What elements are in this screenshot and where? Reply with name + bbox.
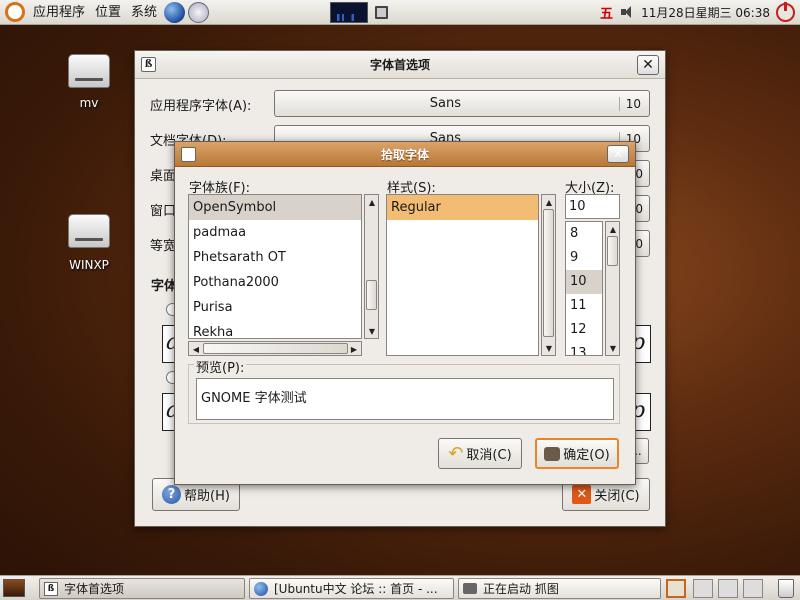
font-row-label: 窗口 — [150, 204, 177, 219]
size-item[interactable]: 13 — [566, 342, 602, 355]
taskbar-button-browser[interactable]: [Ubuntu中文 论坛 :: 首页 - ... — [249, 578, 454, 599]
drive-icon — [68, 54, 110, 88]
scroll-thumb[interactable] — [607, 236, 618, 266]
volume-icon[interactable] — [621, 5, 637, 19]
titlebar[interactable]: ß 字体首选项 ✕ — [135, 51, 665, 79]
family-vertical-scrollbar[interactable]: ▲ ▼ — [364, 194, 379, 339]
font-row-label: 桌面 — [150, 169, 177, 184]
workspace-2[interactable] — [693, 579, 713, 598]
scroll-down-icon[interactable]: ▼ — [543, 342, 555, 354]
power-icon[interactable] — [776, 1, 795, 22]
family-item[interactable]: Pothana2000 — [189, 270, 361, 295]
taskbar-label: [Ubuntu中文 论坛 :: 首页 - ... — [274, 582, 438, 596]
menu-places[interactable]: 位置 — [90, 0, 126, 25]
input-method-indicator[interactable]: 五 — [600, 3, 613, 22]
scroll-down-icon[interactable]: ▼ — [366, 325, 378, 337]
font-size: 10 — [618, 96, 641, 111]
style-item[interactable]: Regular — [387, 195, 538, 220]
size-input[interactable]: 10 — [565, 194, 620, 219]
mail-launcher-icon[interactable] — [188, 1, 210, 23]
network-icon[interactable] — [375, 5, 389, 19]
help-icon: ? — [162, 485, 182, 504]
browser-icon — [254, 581, 268, 596]
scroll-left-icon[interactable]: ◀ — [190, 343, 202, 355]
style-list[interactable]: Regular — [386, 194, 539, 356]
preview-label: 预览(P): — [194, 357, 247, 376]
font-app-icon: ß — [181, 147, 196, 162]
trash-icon[interactable] — [778, 579, 794, 598]
scroll-down-icon[interactable]: ▼ — [607, 342, 619, 354]
top-panel: 应用程序 位置 系统 五 11月28日星期三 06:38 — [0, 0, 800, 25]
scroll-thumb[interactable] — [203, 343, 348, 354]
close-label: 关闭(C) — [594, 489, 640, 504]
scroll-thumb[interactable] — [366, 280, 377, 310]
font-size: 0 — [635, 201, 643, 216]
font-row-label: 应用程序字体(A): — [150, 99, 252, 114]
font-app-icon: ß — [141, 57, 156, 72]
size-item[interactable]: 9 — [566, 246, 602, 270]
ok-button[interactable]: 确定(O) — [535, 438, 619, 469]
menu-system[interactable]: 系统 — [126, 0, 162, 25]
help-label: 帮助(H) — [184, 489, 230, 504]
font-size: 0 — [635, 236, 643, 251]
family-list[interactable]: OpenSymbol padmaa Phetsarath OT Pothana2… — [188, 194, 362, 339]
family-item[interactable]: Phetsarath OT — [189, 245, 361, 270]
font-row-label: 等宽 — [150, 239, 177, 254]
close-dialog-button[interactable]: ✕ — [607, 145, 629, 163]
workspace-4[interactable] — [743, 579, 763, 598]
size-item[interactable]: 8 — [566, 222, 602, 246]
close-icon: ✕ — [572, 485, 592, 504]
taskbar-label: 字体首选项 — [64, 582, 125, 596]
menu-applications[interactable]: 应用程序 — [28, 0, 90, 25]
workspace-3[interactable] — [718, 579, 738, 598]
family-item[interactable]: OpenSymbol — [189, 195, 361, 220]
close-window-button[interactable]: ✕ — [637, 55, 659, 75]
desktop-icon-winxp[interactable]: WINXP — [60, 214, 118, 274]
desktop-icon-mv[interactable]: mv — [62, 54, 116, 114]
family-horizontal-scrollbar[interactable]: ◀ ▶ — [188, 341, 362, 356]
undo-arrow-icon: ↶ — [448, 442, 464, 464]
system-monitor-icon[interactable] — [330, 1, 369, 23]
size-item[interactable]: 11 — [566, 294, 602, 318]
titlebar[interactable]: ß 拾取字体 ✕ — [175, 142, 635, 167]
cancel-button[interactable]: ↶ 取消(C) — [438, 438, 522, 469]
bottom-panel: ß 字体首选项 [Ubuntu中文 论坛 :: 首页 - ... 正在启动 抓图 — [0, 575, 800, 600]
ok-hand-icon — [544, 446, 561, 461]
ok-label: 确定(O) — [563, 448, 610, 463]
clock[interactable]: 11月28日星期三 06:38 — [641, 4, 770, 21]
font-name: Sans — [429, 96, 461, 111]
window-title: 字体首选项 — [369, 58, 430, 72]
font-app-icon: ß — [44, 581, 58, 596]
size-vertical-scrollbar[interactable]: ▲ ▼ — [605, 221, 620, 356]
drive-icon — [68, 214, 110, 248]
browser-launcher-icon[interactable] — [164, 1, 186, 23]
taskbar-button-screenshot[interactable]: 正在启动 抓图 — [458, 578, 661, 599]
taskbar-button-font-prefs[interactable]: ß 字体首选项 — [39, 578, 245, 599]
desktop-icon-label: WINXP — [69, 258, 109, 272]
application-font-button[interactable]: Sans 10 — [274, 90, 650, 117]
scroll-up-icon[interactable]: ▲ — [543, 196, 555, 208]
camera-icon — [463, 583, 477, 594]
size-list[interactable]: 8 9 10 11 12 13 — [565, 221, 603, 356]
scroll-up-icon[interactable]: ▲ — [607, 223, 619, 235]
family-item[interactable]: Purisa — [189, 295, 361, 320]
scroll-up-icon[interactable]: ▲ — [366, 196, 378, 208]
taskbar-label: 正在启动 抓图 — [483, 582, 559, 596]
font-chooser-dialog: ß 拾取字体 ✕ 字体族(F): OpenSymbol padmaa Phets… — [174, 141, 636, 485]
show-desktop-icon[interactable] — [3, 579, 25, 597]
dialog-title: 拾取字体 — [380, 147, 429, 162]
size-item[interactable]: 12 — [566, 318, 602, 342]
scroll-thumb[interactable] — [543, 209, 554, 337]
scroll-right-icon[interactable]: ▶ — [348, 343, 360, 355]
cancel-label: 取消(C) — [466, 448, 512, 463]
desktop-icon-label: mv — [79, 96, 99, 110]
ubuntu-logo-icon[interactable] — [5, 2, 25, 22]
family-item[interactable]: Rekha — [189, 320, 361, 338]
workspace-1[interactable] — [666, 579, 686, 598]
style-vertical-scrollbar[interactable]: ▲ ▼ — [541, 194, 556, 356]
preview-input[interactable]: GNOME 字体测试 — [196, 378, 614, 420]
family-item[interactable]: padmaa — [189, 220, 361, 245]
size-item[interactable]: 10 — [566, 270, 602, 294]
